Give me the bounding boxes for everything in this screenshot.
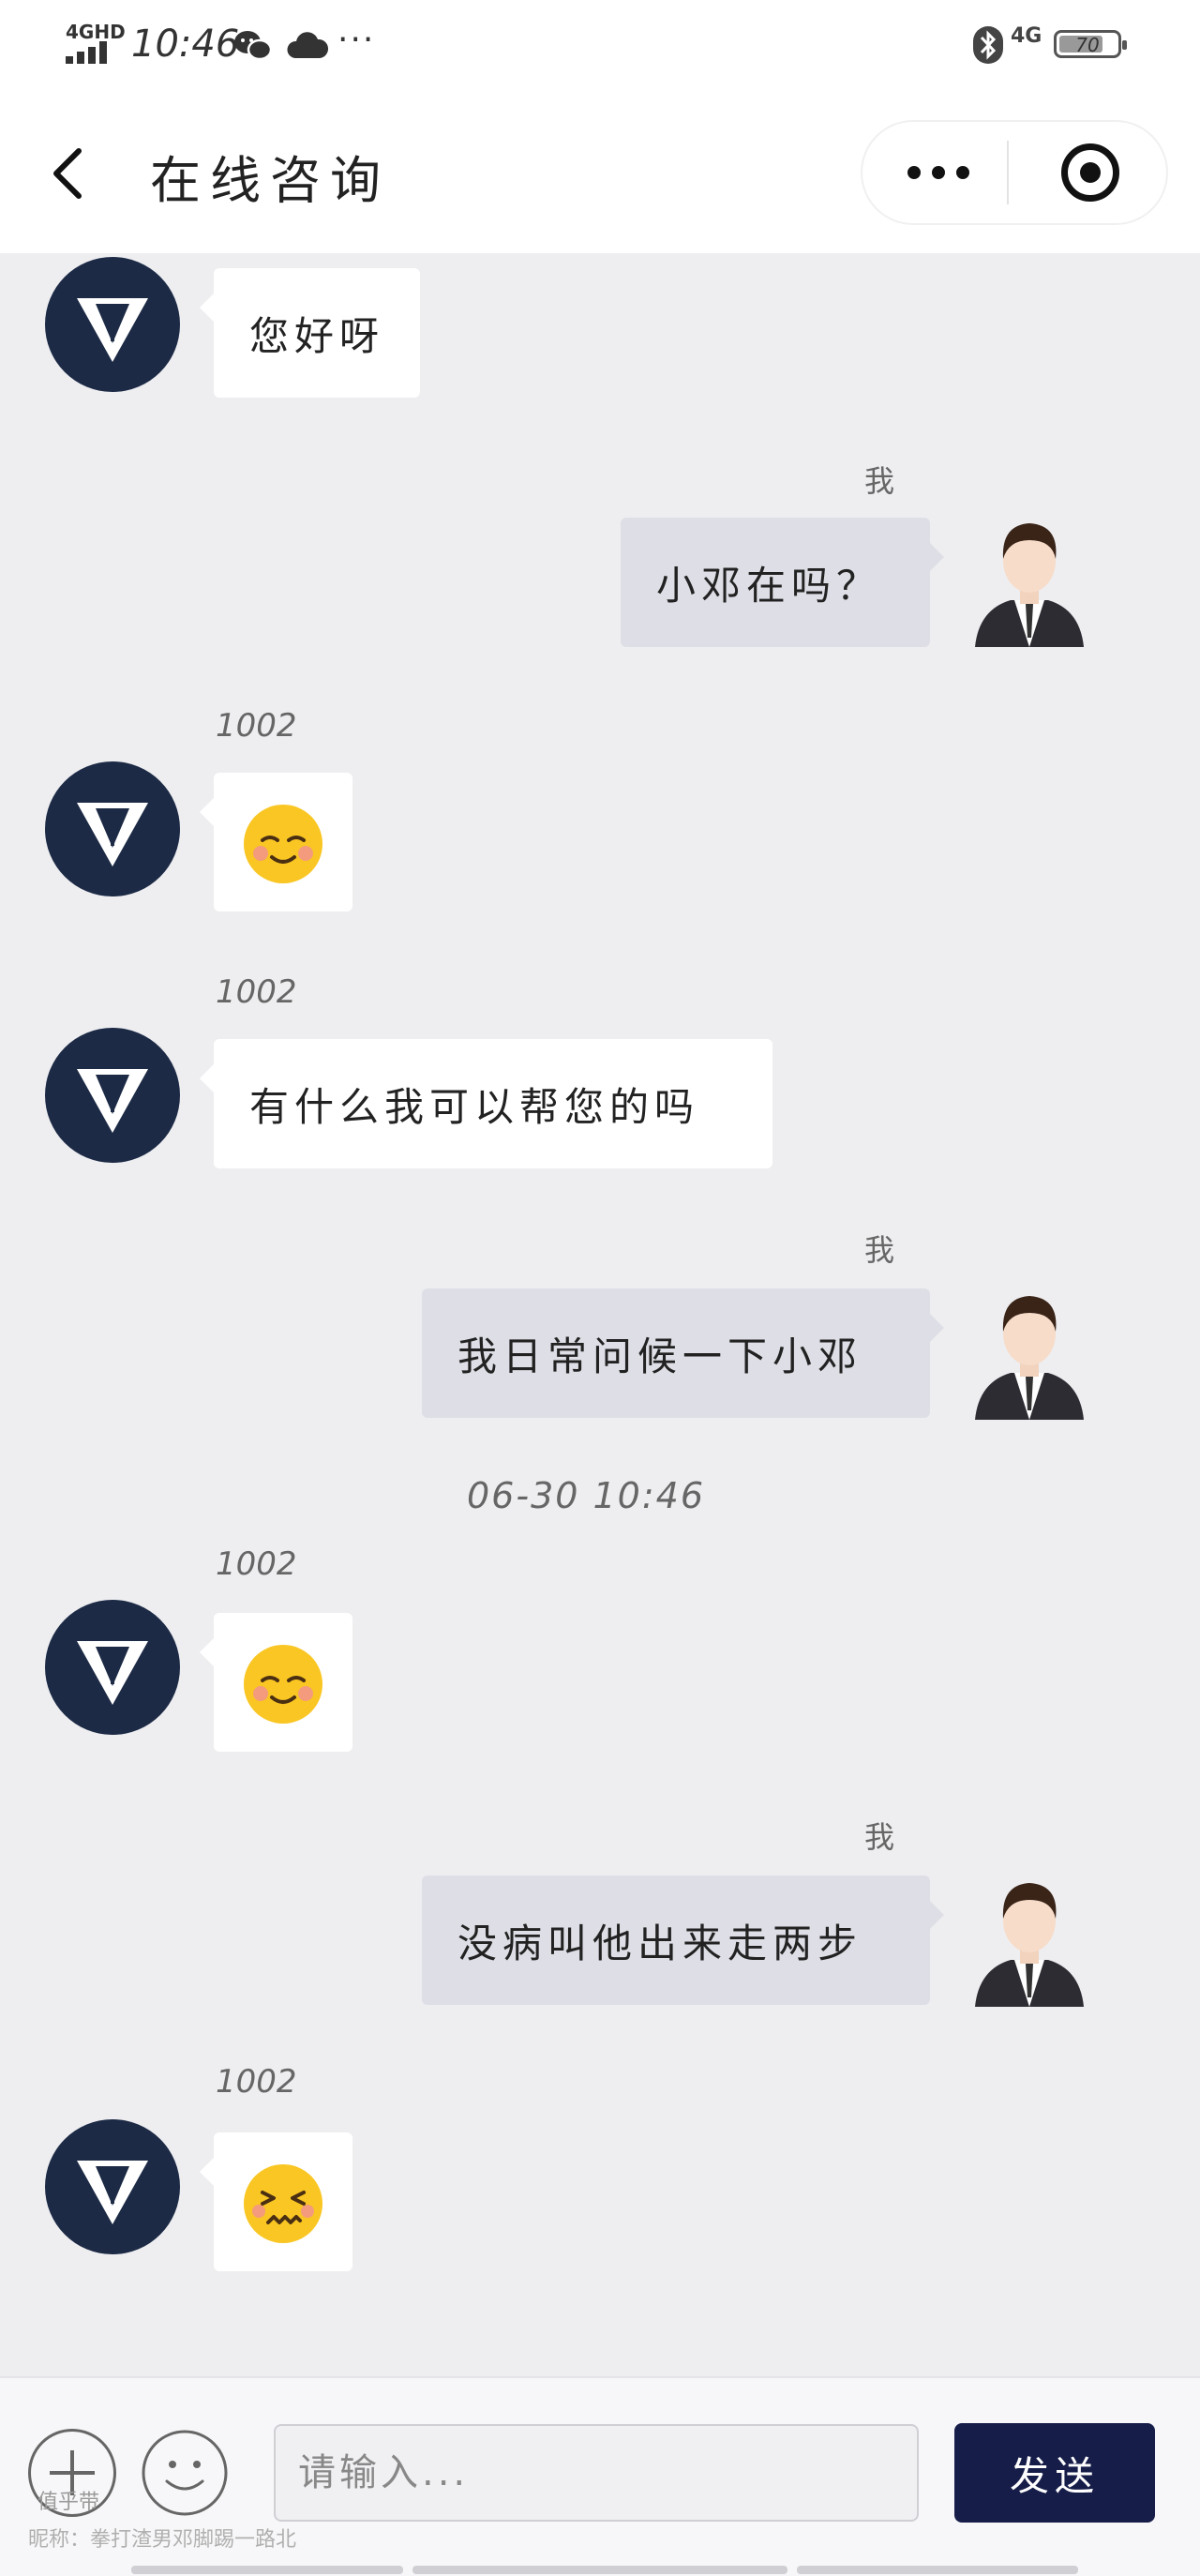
- network-label: 4GHD: [66, 21, 126, 43]
- wechat-icon: [234, 31, 273, 61]
- watermark-logo: 值乎带: [38, 2491, 100, 2514]
- message-text: 您好呀: [249, 312, 385, 359]
- my-message-bubble: 没病叫他出来走两步: [422, 1876, 944, 2005]
- my-message-bubble: 小邓在吗？: [621, 518, 944, 647]
- my-avatar: [975, 523, 1084, 647]
- my-name-label: 我: [864, 1232, 895, 1268]
- cloud-icon: [287, 32, 329, 58]
- agent-message-bubble: 您好呀: [200, 268, 420, 398]
- message-text: 有什么我可以帮您的吗: [249, 1083, 700, 1130]
- capsule-divider: [1007, 141, 1009, 204]
- status-bar: 4GHD 10:46 ··· 4G 70: [0, 0, 1200, 94]
- my-name-label: 我: [864, 1819, 895, 1855]
- emoji-picker-button[interactable]: [141, 2429, 229, 2517]
- my-message-bubble: 我日常问候一下小邓: [422, 1288, 944, 1418]
- home-indicator: [412, 2566, 788, 2574]
- my-avatar: [975, 1296, 1084, 1420]
- agent-avatar: [45, 1028, 180, 1163]
- my-avatar: [975, 1883, 1084, 2007]
- happy-blush-emoji-icon: [244, 805, 322, 883]
- status-more-icon: ···: [338, 21, 376, 59]
- home-indicator: [797, 2566, 1078, 2574]
- agent-name-label: 1002: [216, 2063, 297, 2101]
- signal-icon: [66, 41, 114, 64]
- my-name-label: 我: [864, 463, 895, 499]
- battery-level: 70: [1075, 34, 1100, 56]
- agent-name-label: 1002: [216, 707, 297, 745]
- agent-name-label: 1002: [216, 1545, 297, 1583]
- message-text: 没病叫他出来走两步: [458, 1920, 863, 1966]
- message-text: 我日常问候一下小邓: [458, 1333, 863, 1379]
- message-text: 小邓在吗？: [656, 562, 882, 609]
- agent-avatar: [45, 1600, 180, 1735]
- send-button[interactable]: 发送: [954, 2423, 1155, 2523]
- happy-blush-emoji-icon: [244, 1645, 322, 1724]
- network-4g-label: 4G: [1011, 24, 1042, 48]
- agent-avatar: [45, 761, 180, 896]
- target-close-icon: [1061, 143, 1119, 202]
- bluetooth-icon: [973, 26, 1003, 64]
- battery-icon: 70: [1054, 30, 1127, 58]
- agent-avatar: [45, 2119, 180, 2254]
- back-icon[interactable]: [41, 136, 98, 211]
- agent-message-bubble: 有什么我可以帮您的吗: [200, 1039, 772, 1168]
- page-title: 在线咨询: [150, 151, 390, 210]
- mini-program-capsule: [862, 122, 1166, 223]
- agent-avatar: [45, 257, 180, 392]
- message-input[interactable]: [274, 2424, 919, 2522]
- status-time: 10:46: [131, 23, 240, 66]
- watermark-nickname: 昵称：拳打渣男邓脚踢一路北: [28, 2528, 297, 2552]
- home-indicator: [131, 2566, 403, 2574]
- message-timestamp: 06-30 10:46: [467, 1475, 706, 1516]
- squint-emoji-icon: [244, 2164, 322, 2243]
- more-options-button[interactable]: [862, 122, 1014, 223]
- close-mini-program-button[interactable]: [1014, 122, 1166, 223]
- agent-name-label: 1002: [216, 973, 297, 1011]
